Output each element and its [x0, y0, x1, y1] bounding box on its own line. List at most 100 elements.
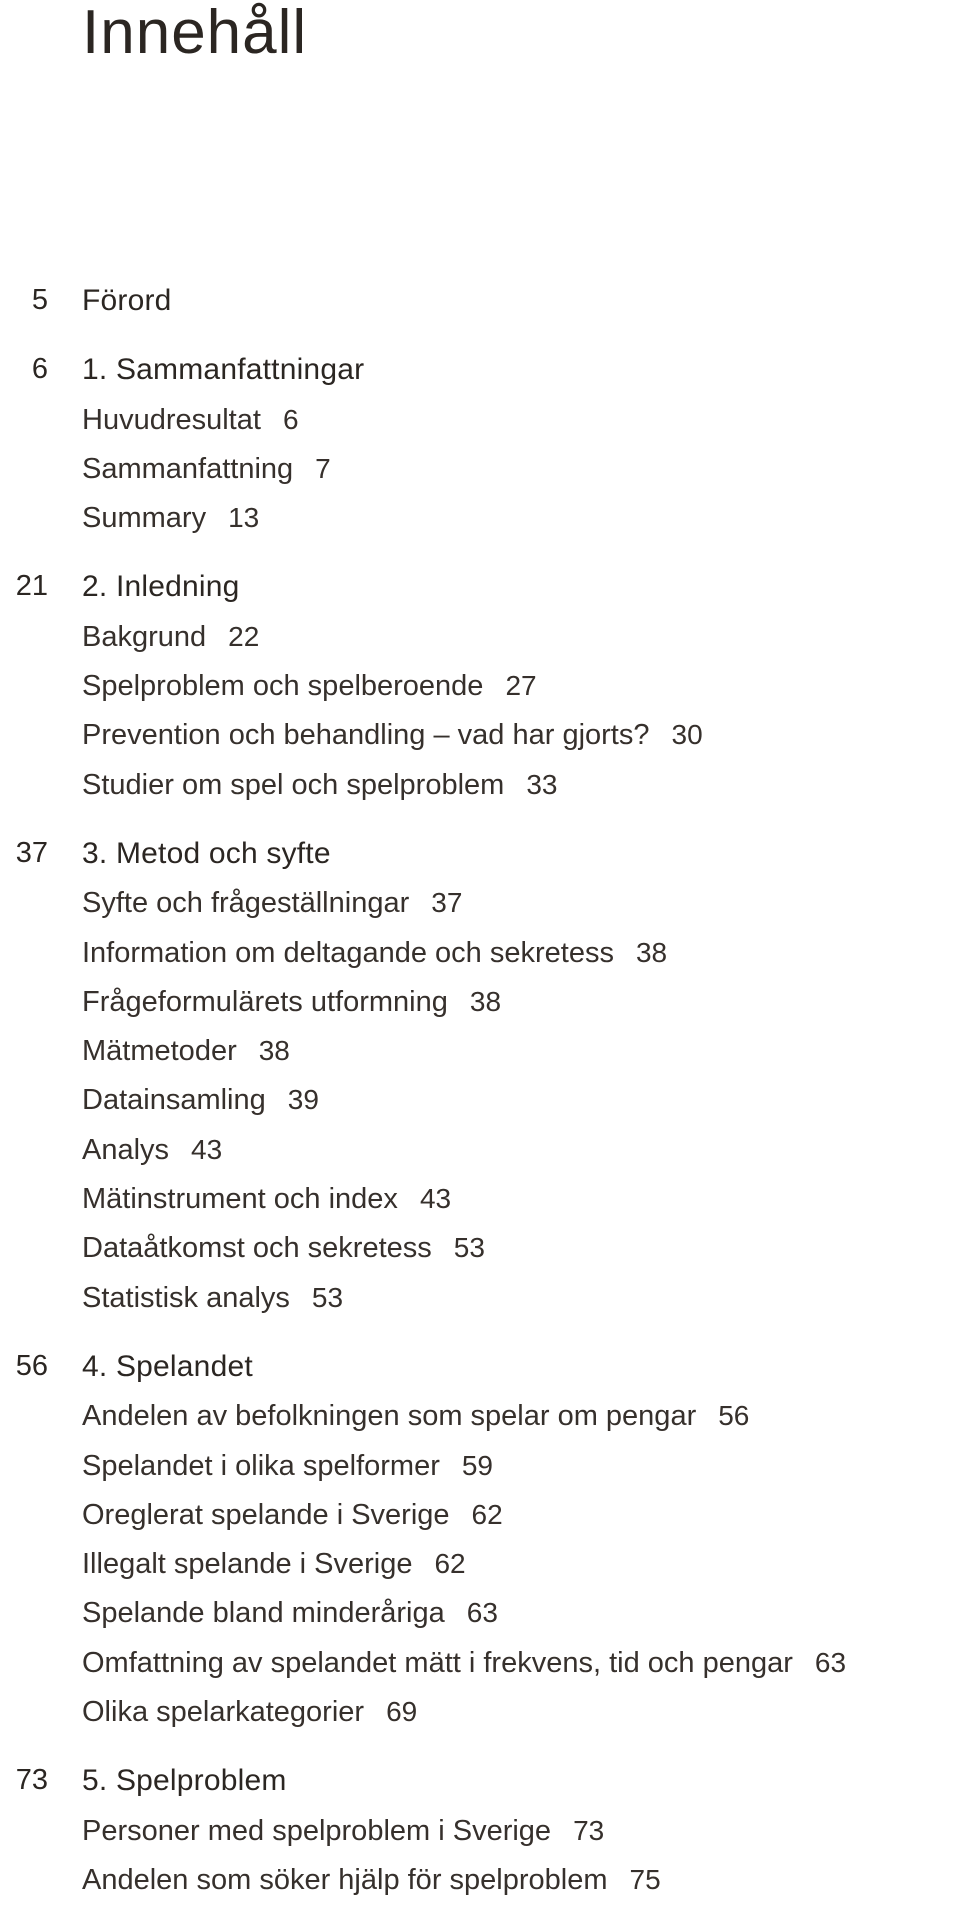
- entry-page-number: 38: [469, 985, 502, 1017]
- toc-entry[interactable]: Mätmetoder 38: [0, 1026, 960, 1075]
- toc-entry-line: Oreglerat spelande i Sverige 62: [82, 1490, 503, 1540]
- toc-entry[interactable]: Illegalt spelande i Sverige 62: [0, 1539, 960, 1588]
- section-page-number: 56: [15, 1349, 48, 1382]
- toc-entry[interactable]: Spelandet i olika spelformer 59: [0, 1441, 960, 1490]
- entry-page-number: 30: [671, 719, 703, 751]
- toc-entry[interactable]: Andelen som söker hjälp för spelproblem 7…: [0, 1855, 960, 1904]
- toc-section-heading[interactable]: 5 Förord: [0, 276, 960, 325]
- entry-page-number: 62: [434, 1548, 466, 1580]
- toc-entry[interactable]: Spelande bland minderåriga 63: [0, 1588, 960, 1637]
- toc-entry[interactable]: Andelen av befolkningen som spelar om pe…: [0, 1391, 960, 1440]
- entry-title: Bakgrund: [82, 620, 207, 653]
- toc-entry-line: Statistisk analys 53: [82, 1273, 343, 1323]
- entry-page-number: 56: [718, 1400, 750, 1432]
- section-title: Förord: [82, 284, 172, 317]
- entry-page-number: 38: [635, 936, 668, 968]
- toc-entry-line: Dataåtkomst och sekretess 53: [82, 1223, 485, 1273]
- entry-title: Olika spelarkategorier: [82, 1696, 365, 1729]
- toc-section: 21 2. Inledning Bakgrund 22 Spelproblem och …: [0, 562, 960, 808]
- toc-entry[interactable]: Personer med spelproblem i Sverige 73: [0, 1806, 960, 1855]
- entry-page-number: 43: [191, 1133, 223, 1165]
- toc-entry-line: Analys 43: [82, 1125, 222, 1175]
- toc-entry-line: Spelproblem och spelberoende 27: [82, 661, 537, 711]
- toc-section-heading[interactable]: 21 2. Inledning: [0, 562, 960, 611]
- toc-entry[interactable]: Olika spelarkategorier 69: [0, 1687, 960, 1736]
- toc-section: 56 4. Spelandet Andelen av befolkningen so…: [0, 1342, 960, 1736]
- toc-entry-line: Andelen av befolkningen som spelar om pe…: [82, 1391, 749, 1441]
- entry-title: Summary: [82, 502, 207, 535]
- toc-entry[interactable]: Syfte och frågeställningar 37: [0, 878, 960, 927]
- toc-entry[interactable]: Spelproblem och spelberoende 27: [0, 661, 960, 710]
- entry-page-number: 38: [258, 1035, 290, 1067]
- toc-entry-line: Frågeformulärets utformning 38: [82, 977, 501, 1027]
- entry-page-number: 62: [471, 1498, 503, 1530]
- entry-title: Personer med spelproblem i Sverige: [82, 1814, 552, 1847]
- entry-title: Illegalt spelande i Sverige: [82, 1548, 413, 1581]
- toc-entry-line: Mätinstrument och index 43: [82, 1174, 451, 1224]
- toc-entry[interactable]: Frågeformulärets utformning 38: [0, 977, 960, 1026]
- entry-page-number: 75: [629, 1863, 661, 1895]
- toc-entry-line: Bakgrund 22: [82, 612, 259, 662]
- toc-entry-line: Andelen som söker hjälp för spelproblem 7…: [82, 1855, 661, 1905]
- table-of-contents: 5 Förord 6 1. Sammanfattningar Huvudresultat…: [0, 276, 960, 1924]
- entry-page-number: 43: [419, 1183, 452, 1215]
- toc-section-heading[interactable]: 37 3. Metod och syfte: [0, 829, 960, 878]
- entry-title: Studier om spel och spelproblem: [82, 768, 505, 801]
- entry-page-number: 63: [814, 1646, 847, 1678]
- entry-page-number: 37: [431, 887, 463, 919]
- entry-title: Andelen av befolkningen som spelar om pe…: [82, 1400, 697, 1433]
- toc-entry-line: Datainsamling 39: [82, 1075, 319, 1125]
- section-title: 1. Sammanfattningar: [82, 353, 365, 387]
- toc-entry-line: Spelandet i olika spelformer 59: [82, 1441, 493, 1491]
- entry-title: Analys: [82, 1133, 170, 1166]
- toc-entry[interactable]: Summary 13: [0, 493, 960, 542]
- toc-section: 73 5. Spelproblem Personer med spelproblem…: [0, 1756, 960, 1904]
- toc-entry-line: Information om deltagande och sekretess 3…: [82, 928, 667, 978]
- toc-entry[interactable]: Omfattning av spelandet mätt i frekvens,…: [0, 1638, 960, 1687]
- toc-section: 37 3. Metod och syfte Syfte och frågeställ…: [0, 829, 960, 1322]
- toc-entry-line: Sammanfattning 7: [82, 444, 331, 494]
- section-title: 3. Metod och syfte: [82, 836, 331, 870]
- toc-section-heading[interactable]: 6 1. Sammanfattningar: [0, 345, 960, 394]
- toc-section-heading[interactable]: 56 4. Spelandet: [0, 1342, 960, 1391]
- entry-title: Information om deltagande och sekretess: [82, 936, 614, 969]
- toc-entry[interactable]: Statistisk analys 53: [0, 1273, 960, 1322]
- toc-section-heading[interactable]: 73 5. Spelproblem: [0, 1756, 960, 1805]
- toc-entry[interactable]: Analys 43: [0, 1125, 960, 1174]
- toc-entry-line: Mätmetoder 38: [82, 1026, 290, 1076]
- toc-entry[interactable]: Dataåtkomst och sekretess 53: [0, 1223, 960, 1272]
- section-page-number: 6: [31, 353, 48, 386]
- entry-page-number: 39: [287, 1084, 319, 1116]
- toc-entry[interactable]: Mätinstrument och index 43: [0, 1174, 960, 1223]
- entry-title: Sammanfattning: [82, 452, 294, 485]
- toc-entry[interactable]: Prevention och behandling – vad har gjor…: [0, 710, 960, 759]
- toc-entry[interactable]: Information om deltagande och sekretess 3…: [0, 928, 960, 977]
- toc-entry[interactable]: Sammanfattning 7: [0, 444, 960, 493]
- entry-title: Frågeformulärets utformning: [82, 985, 448, 1018]
- section-page-number: 37: [15, 836, 48, 869]
- toc-entry-line: Spelande bland minderåriga 63: [82, 1588, 498, 1638]
- toc-entry-line: Syfte och frågeställningar 37: [82, 878, 462, 928]
- toc-entry[interactable]: Studier om spel och spelproblem 33: [0, 760, 960, 809]
- entry-title: Spelproblem och spelberoende: [82, 670, 484, 703]
- entry-page-number: 63: [466, 1597, 498, 1629]
- entry-title: Mätinstrument och index: [82, 1183, 398, 1216]
- entry-title: Spelandet i olika spelformer: [82, 1449, 440, 1482]
- entry-title: Prevention och behandling – vad har gjor…: [82, 719, 650, 752]
- entry-title: Statistisk analys: [82, 1281, 290, 1314]
- toc-entry-line: Illegalt spelande i Sverige 62: [82, 1539, 466, 1589]
- toc-entry[interactable]: Bakgrund 22: [0, 612, 960, 661]
- toc-entry[interactable]: Oreglerat spelande i Sverige 62: [0, 1490, 960, 1539]
- entry-title: Oreglerat spelande i Sverige: [82, 1498, 450, 1531]
- entry-page-number: 73: [573, 1814, 605, 1846]
- entry-title: Spelande bland minderåriga: [82, 1597, 445, 1630]
- toc-entry[interactable]: Datainsamling 39: [0, 1075, 960, 1124]
- toc-section: 5 Förord: [0, 276, 960, 325]
- toc-entry-line: Huvudresultat 6: [82, 395, 299, 445]
- toc-entry[interactable]: Huvudresultat 6: [0, 395, 960, 444]
- entry-title: Mätmetoder: [82, 1035, 237, 1068]
- section-page-number: 5: [31, 284, 48, 316]
- section-title: 2. Inledning: [82, 570, 240, 604]
- entry-title: Datainsamling: [82, 1084, 266, 1117]
- toc-entry-line: Olika spelarkategorier 69: [82, 1687, 417, 1737]
